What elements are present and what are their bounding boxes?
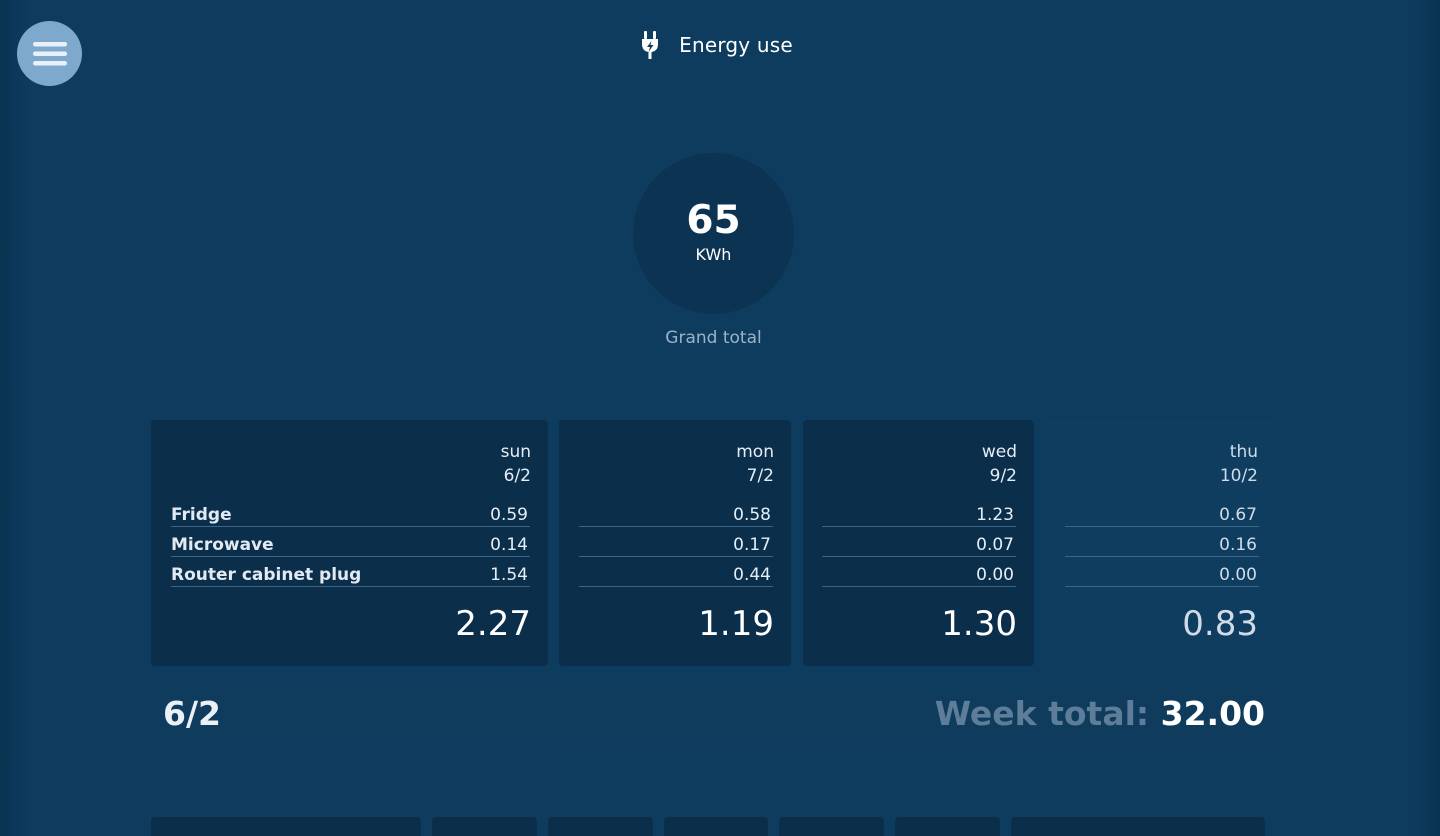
day-header: wed 9/2 [982, 440, 1017, 488]
device-row-fridge: 1.23 [822, 502, 1016, 527]
next-week-card [1011, 817, 1265, 836]
device-value: 1.23 [976, 505, 1014, 525]
day-header: thu 10/2 [1220, 440, 1258, 488]
device-row-microwave: 0.17 [579, 532, 773, 557]
day-header: mon 7/2 [736, 440, 774, 488]
energy-dashboard: Energy use 65 KWh Grand total sun 6/2 Fr… [0, 0, 1440, 836]
day-weekday: wed [981, 442, 1017, 462]
day-total: 0.83 [1182, 604, 1258, 644]
device-value: 0.07 [976, 535, 1014, 555]
week-summary: 6/2 Week total: 32.00 [151, 686, 1275, 746]
device-value: 0.67 [1219, 505, 1257, 525]
device-row-fridge: Fridge 0.59 [171, 502, 530, 527]
week-total-value: 32.00 [1160, 694, 1265, 733]
page-header: Energy use [0, 30, 1440, 60]
device-value: 0.14 [490, 535, 528, 555]
day-weekday: mon [736, 442, 774, 462]
device-row-microwave: 0.07 [822, 532, 1016, 557]
next-week-card [664, 817, 768, 836]
device-value: 1.54 [490, 565, 528, 585]
week-label: 6/2 [163, 694, 221, 733]
next-week-card [895, 817, 1000, 836]
device-row-router: 0.00 [822, 562, 1016, 587]
day-card-wed: wed 9/2 1.23 0.07 0.00 1.30 [803, 420, 1034, 666]
next-week-card [151, 817, 421, 836]
day-card-mon: mon 7/2 0.58 0.17 0.44 1.19 [559, 420, 791, 666]
day-weekday: sun [500, 442, 531, 462]
day-total: 1.30 [941, 604, 1017, 644]
device-value: 0.00 [976, 565, 1014, 585]
grand-total-label: Grand total [665, 328, 762, 348]
next-week-card [432, 817, 537, 836]
day-date: 10/2 [1219, 466, 1258, 486]
day-header: sun 6/2 [501, 440, 531, 488]
device-value: 0.00 [1219, 565, 1257, 585]
device-value: 0.59 [490, 505, 528, 525]
day-date: 6/2 [503, 466, 531, 486]
day-total: 2.27 [455, 604, 531, 644]
device-value: 0.44 [733, 565, 771, 585]
device-row-microwave: 0.16 [1065, 532, 1259, 557]
device-row-fridge: 0.58 [579, 502, 773, 527]
device-value: 0.16 [1219, 535, 1257, 555]
device-name: Microwave [171, 535, 274, 555]
plug-icon [642, 31, 659, 59]
device-row-router: 0.44 [579, 562, 773, 587]
week-total: Week total: 32.00 [935, 694, 1265, 733]
device-row-fridge: 0.67 [1065, 502, 1259, 527]
next-week-card [779, 817, 884, 836]
device-value: 0.58 [733, 505, 771, 525]
week-total-label: Week total: [934, 694, 1150, 733]
device-name: Fridge [171, 505, 232, 525]
grand-total-unit: KWh [695, 245, 732, 264]
day-date: 7/2 [746, 466, 774, 486]
day-card-thu: thu 10/2 0.67 0.16 0.00 0.83 [1046, 420, 1275, 666]
device-value: 0.17 [733, 535, 771, 555]
grand-total-value: 65 [686, 198, 741, 243]
device-name: Router cabinet plug [171, 565, 362, 585]
page-title: Energy use [679, 33, 793, 57]
day-date: 9/2 [989, 466, 1017, 486]
device-row-microwave: Microwave 0.14 [171, 532, 530, 557]
day-weekday: thu [1229, 442, 1258, 462]
device-row-router: 0.00 [1065, 562, 1259, 587]
grand-total-circle: 65 KWh [633, 153, 794, 314]
day-total: 1.19 [698, 604, 774, 644]
next-week-card [548, 817, 653, 836]
day-card-sun: sun 6/2 Fridge 0.59 Microwave 0.14 Route… [151, 420, 548, 666]
device-row-router: Router cabinet plug 1.54 [171, 562, 530, 587]
